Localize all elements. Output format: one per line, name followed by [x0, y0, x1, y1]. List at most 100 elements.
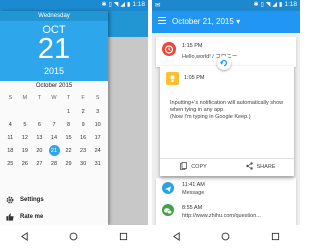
calendar-day[interactable]: 1 [61, 106, 76, 119]
calendar-empty-cell [3, 106, 18, 119]
calendar-day[interactable]: 27 [32, 158, 47, 171]
home-icon[interactable] [221, 228, 230, 246]
telegram-app-icon [162, 182, 174, 194]
calendar-day-number: 1 [67, 109, 71, 115]
calendar-day-number: 21 [50, 148, 58, 154]
battery-icon: ▮ [127, 2, 131, 8]
calendar-day[interactable]: 24 [90, 145, 105, 158]
copy-icon [180, 162, 188, 172]
weekday-label: S [95, 95, 100, 101]
app-bar-behind-drawer [108, 11, 148, 37]
keep-app-icon [166, 72, 179, 85]
calendar-day[interactable]: 17 [90, 132, 105, 145]
calendar-day-number: 26 [21, 161, 28, 167]
calendar-day-number: 8 [67, 122, 71, 128]
calendar-week-row: 4 5 6 7 8 9 10 [3, 119, 105, 132]
back-icon[interactable] [172, 228, 181, 246]
calendar-day[interactable]: 29 [61, 158, 76, 171]
calendar-day[interactable]: 3 [90, 106, 105, 119]
calendar-empty-cell [18, 106, 33, 119]
calendar-day[interactable]: 10 [90, 119, 105, 132]
notification-detail-popup: 1:05 PM Inputting+'s notification will a… [160, 66, 294, 176]
calendar-day[interactable]: 6 [32, 119, 47, 132]
calendar-day-number: 18 [7, 148, 14, 154]
weekday-label: T [66, 95, 71, 101]
signal-icon: ◢ [120, 2, 126, 8]
settings-menu-item[interactable]: Settings [0, 192, 108, 208]
weekday-label: F [81, 95, 85, 101]
calendar-day[interactable]: 18 [3, 145, 18, 158]
thumbs-up-icon [0, 213, 20, 221]
weekday-label: M [22, 95, 28, 101]
calendar-day[interactable]: 9 [76, 119, 91, 132]
notification-text: http://www.zhihu.com/question... [182, 213, 261, 219]
calendar-day-number: 29 [65, 161, 72, 167]
back-icon[interactable] [20, 228, 29, 246]
vibrate-icon: ▯ [108, 2, 112, 8]
notification-text: Message [182, 190, 205, 196]
calendar-day[interactable]: 23 [76, 145, 91, 158]
calendar-day[interactable]: 25 [3, 158, 18, 171]
calendar-day[interactable]: 4 [3, 119, 18, 132]
navigation-drawer: Wednesday OCT 21 2015 October 2015 S M T W T… [0, 11, 108, 225]
year-label: 2015 [43, 66, 65, 76]
calendar-day-number: 27 [36, 161, 43, 167]
calendar-day-number: 4 [8, 122, 12, 128]
calendar-day[interactable]: 14 [47, 132, 62, 145]
calendar-day[interactable]: 21 [47, 145, 62, 158]
calendar-day[interactable]: 20 [32, 145, 47, 158]
calendar-day-number: 23 [80, 148, 87, 154]
calendar-day-number: 17 [94, 135, 101, 141]
android-nav-bar [0, 225, 148, 249]
signal-icon: ◢ [272, 2, 278, 8]
copy-button[interactable]: COPY [160, 159, 227, 175]
home-icon[interactable] [69, 228, 78, 246]
weekday-label: S [8, 95, 13, 101]
calendar-day[interactable]: 16 [76, 132, 91, 145]
settings-label: Settings [20, 197, 44, 203]
date-number: 21 [37, 33, 71, 65]
weekday-label: Wednesday [0, 11, 108, 21]
wechat-app-icon [162, 204, 174, 216]
rate-me-menu-item[interactable]: Rate me [0, 209, 108, 225]
copy-label: COPY [191, 164, 207, 170]
calendar-day[interactable]: 7 [47, 119, 62, 132]
calendar-day[interactable]: 30 [76, 158, 91, 171]
calendar-day-number: 24 [94, 148, 101, 154]
calendar-day[interactable]: 31 [90, 158, 105, 171]
calendar-week-row: 11 12 13 14 15 16 17 [3, 132, 105, 145]
menu-icon[interactable] [158, 17, 166, 26]
calendar-day[interactable]: 12 [18, 132, 33, 145]
notification-list: 11:41 AM Message 8:55 AM http://www.zhih… [156, 178, 296, 226]
calendar-day-number: 7 [52, 122, 56, 128]
calendar-day[interactable]: 5 [18, 119, 33, 132]
date-dropdown[interactable]: October 21, 2015 ▾ [172, 17, 240, 26]
calendar-day[interactable]: 13 [32, 132, 47, 145]
calendar-day-number: 25 [7, 161, 14, 167]
recents-icon[interactable] [119, 228, 128, 246]
weekday-header-row: SMTWTFS [3, 93, 105, 106]
calendar-day-number: 16 [80, 135, 87, 141]
popup-actions: COPY SHARE [160, 158, 294, 175]
recents-icon[interactable] [271, 228, 280, 246]
calendar-day-number: 15 [65, 135, 72, 141]
calendar-day[interactable]: 11 [3, 132, 18, 145]
share-icon [245, 162, 253, 172]
sync-refresh-icon[interactable] [217, 56, 231, 70]
calendar-day[interactable]: 15 [61, 132, 76, 145]
calendar-day-number: 12 [21, 135, 28, 141]
calendar-day[interactable]: 2 [76, 106, 91, 119]
calendar-day-number: 19 [21, 148, 28, 154]
calendar-day[interactable]: 8 [61, 119, 76, 132]
share-button[interactable]: SHARE [227, 159, 294, 175]
notification-time: 11:41 AM [182, 182, 205, 188]
calendar-day[interactable]: 28 [47, 158, 62, 171]
left-phone-screen: ✱ ▯ ◥ ◢ ▮ 1:18 Wednesday OCT 21 2015 Oct… [0, 0, 148, 249]
calendar-day[interactable]: 26 [18, 158, 33, 171]
app-bar: October 21, 2015 ▾ [152, 11, 300, 33]
calendar-day-number: 31 [94, 161, 101, 167]
calendar-day[interactable]: 19 [18, 145, 33, 158]
calendar-day[interactable]: 22 [61, 145, 76, 158]
vibrate-icon: ▯ [260, 2, 264, 8]
wifi-icon: ◥ [265, 2, 271, 8]
